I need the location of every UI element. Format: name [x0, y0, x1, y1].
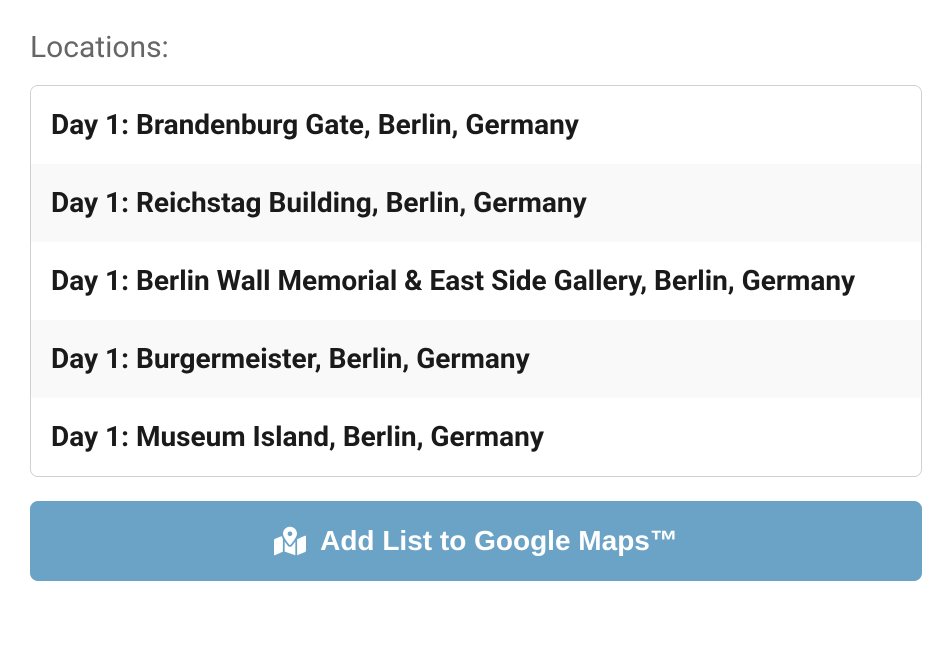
map-pin-icon: [274, 525, 306, 557]
add-to-google-maps-button[interactable]: Add List to Google Maps™: [30, 501, 922, 581]
list-item: Day 1: Museum Island, Berlin, Germany: [31, 398, 921, 476]
list-item: Day 1: Brandenburg Gate, Berlin, Germany: [31, 86, 921, 164]
locations-list: Day 1: Brandenburg Gate, Berlin, Germany…: [30, 85, 922, 477]
section-title: Locations:: [30, 30, 922, 65]
list-item: Day 1: Berlin Wall Memorial & East Side …: [31, 242, 921, 320]
list-item: Day 1: Reichstag Building, Berlin, Germa…: [31, 164, 921, 242]
list-item: Day 1: Burgermeister, Berlin, Germany: [31, 320, 921, 398]
button-label: Add List to Google Maps™: [320, 525, 678, 557]
